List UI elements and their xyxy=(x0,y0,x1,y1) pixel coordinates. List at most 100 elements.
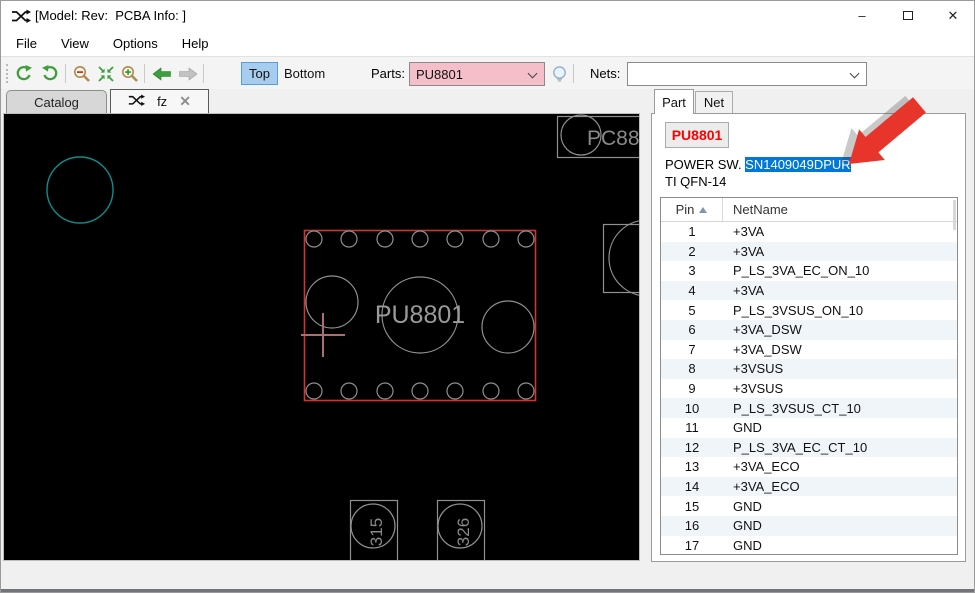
netname-cell: P_LS_3VSUS_ON_10 xyxy=(733,302,864,318)
chevron-down-icon xyxy=(527,68,538,79)
menu-help[interactable]: Help xyxy=(182,36,209,51)
column-header-netname[interactable]: NetName xyxy=(723,202,788,217)
table-row[interactable]: 10 P_LS_3VSUS_CT_10 xyxy=(661,398,957,418)
table-scrollbar[interactable] xyxy=(953,200,956,230)
table-row[interactable]: 11 GND xyxy=(661,418,957,438)
part-pc88-label: PC88 xyxy=(587,127,639,150)
pin-cell: 5 xyxy=(688,302,696,318)
netname-cell: GND xyxy=(733,420,762,436)
toolbar-separator xyxy=(573,64,574,83)
close-button[interactable]: ✕ xyxy=(932,1,974,30)
part-refdes-button[interactable]: PU8801 xyxy=(665,122,729,148)
table-row[interactable]: 14 +3VA_ECO xyxy=(661,476,957,497)
pin-table-body: 1 +3VA 2 +3VA 3 P_LS_3VA_EC_ON_10 4 +3VA 5 P_LS_3… xyxy=(661,222,957,555)
netname-cell: +3VSUS xyxy=(733,361,784,377)
table-row[interactable]: 17 GND xyxy=(661,536,957,555)
pin-cell: 10 xyxy=(684,400,700,416)
maximize-button[interactable] xyxy=(887,1,929,30)
highlight-bulb-icon[interactable] xyxy=(549,64,570,85)
tab-label: fz xyxy=(157,94,168,109)
table-row[interactable]: 7 +3VA_DSW xyxy=(661,340,957,360)
netname-cell: GND xyxy=(733,537,762,553)
minimize-button[interactable]: – xyxy=(841,1,883,30)
pin-cell: 12 xyxy=(684,439,700,455)
tab-catalog[interactable]: Catalog xyxy=(6,90,107,113)
view-top-button[interactable]: Top xyxy=(241,62,278,85)
column-header-pin[interactable]: Pin xyxy=(661,198,723,221)
menu-bar: File View Options Help xyxy=(1,31,974,56)
netname-cell: +3VA xyxy=(733,243,765,259)
table-row[interactable]: 5 P_LS_3VSUS_ON_10 xyxy=(661,300,957,320)
table-row[interactable]: 13 +3VA_ECO xyxy=(661,457,957,477)
menu-view[interactable]: View xyxy=(61,36,89,51)
selected-part-label: PU8801 xyxy=(375,301,465,329)
table-row[interactable]: 8 +3VSUS xyxy=(661,359,957,379)
netname-cell: +3VA_DSW xyxy=(733,322,802,338)
tab-net[interactable]: Net xyxy=(695,91,733,113)
zoom-out-icon[interactable] xyxy=(71,63,92,84)
pin-cell: 14 xyxy=(684,479,700,495)
shuffle-icon xyxy=(128,94,146,110)
tab-part[interactable]: Part xyxy=(654,89,694,114)
table-row[interactable]: 9 +3VSUS xyxy=(661,379,957,399)
parts-combobox[interactable]: PU8801 xyxy=(409,62,545,86)
netname-cell: +3VA_ECO xyxy=(733,459,800,475)
pin-cell: 1 xyxy=(688,224,696,240)
pin-cell: 2 xyxy=(688,243,696,259)
part-package: TI QFN-14 xyxy=(665,174,727,189)
pcb-canvas[interactable]: PC88 PU8801 315 326 xyxy=(3,113,686,564)
menu-file[interactable]: File xyxy=(16,36,37,51)
window-title: [Model: Rev: PCBA Info: ] xyxy=(35,8,187,23)
table-row[interactable]: 15 GND xyxy=(661,496,957,516)
sort-ascending-icon xyxy=(699,206,708,213)
netname-cell: P_LS_3VA_EC_ON_10 xyxy=(733,263,870,279)
netname-cell: P_LS_3VA_EC_CT_10 xyxy=(733,439,868,455)
origin-cross-marker xyxy=(301,313,345,357)
toolbar-gripper[interactable] xyxy=(6,64,8,83)
zoom-fit-icon[interactable] xyxy=(95,63,116,84)
netname-cell: +3VA_DSW xyxy=(733,341,802,357)
netname-cell: +3VA_ECO xyxy=(733,479,800,495)
netname-cell: +3VSUS xyxy=(733,381,784,397)
zoom-in-icon[interactable] xyxy=(119,63,140,84)
part-right-edge[interactable] xyxy=(602,219,686,297)
selected-part-pu8801[interactable]: PU8801 xyxy=(301,229,537,402)
toolbar-separator xyxy=(144,64,145,83)
back-arrow-icon[interactable] xyxy=(151,63,172,84)
netname-cell: GND xyxy=(733,498,762,514)
pin-cell: 3 xyxy=(688,263,696,279)
description-prefix: POWER SW. xyxy=(665,157,746,172)
table-row[interactable]: 3 P_LS_3VA_EC_ON_10 xyxy=(661,261,957,281)
pin-header-label: Pin xyxy=(675,202,695,217)
pin-cell: 7 xyxy=(688,341,696,357)
rotate-ccw-icon[interactable] xyxy=(13,63,34,84)
nets-combobox[interactable] xyxy=(627,62,867,86)
tab-close-icon[interactable]: ✕ xyxy=(179,93,191,110)
view-bottom-button[interactable]: Bottom xyxy=(277,62,332,85)
chevron-down-icon xyxy=(849,68,860,79)
parts-label: Parts: xyxy=(371,66,405,81)
table-row[interactable]: 6 +3VA_DSW xyxy=(661,319,957,340)
table-row[interactable]: 16 GND xyxy=(661,515,957,536)
table-row[interactable]: 12 P_LS_3VA_EC_CT_10 xyxy=(661,437,957,458)
tab-active-net-view[interactable]: fz ✕ xyxy=(110,89,209,113)
pin-cell: 16 xyxy=(684,518,700,534)
pin-cell: 17 xyxy=(684,537,700,553)
pin-cell: 4 xyxy=(688,283,696,299)
forward-arrow-icon[interactable] xyxy=(177,63,198,84)
taskbar-edge xyxy=(1,589,974,592)
part-number-highlighted[interactable]: SN1409049DPUR xyxy=(745,157,851,172)
table-row[interactable]: 2 +3VA xyxy=(661,241,957,262)
menu-options[interactable]: Options xyxy=(113,36,158,51)
netname-cell: +3VA xyxy=(733,224,765,240)
part-326-label: 326 xyxy=(454,518,473,546)
table-row[interactable]: 1 +3VA xyxy=(661,222,957,242)
app-shuffle-icon xyxy=(11,9,31,27)
pin-cell: 13 xyxy=(684,459,700,475)
parts-value: PU8801 xyxy=(416,67,463,82)
via-circle-teal[interactable] xyxy=(46,156,114,224)
table-row[interactable]: 4 +3VA xyxy=(661,280,957,301)
rotate-cw-icon[interactable] xyxy=(39,63,60,84)
netname-cell: GND xyxy=(733,518,762,534)
part-description: POWER SW. SN1409049DPUR xyxy=(665,157,851,172)
